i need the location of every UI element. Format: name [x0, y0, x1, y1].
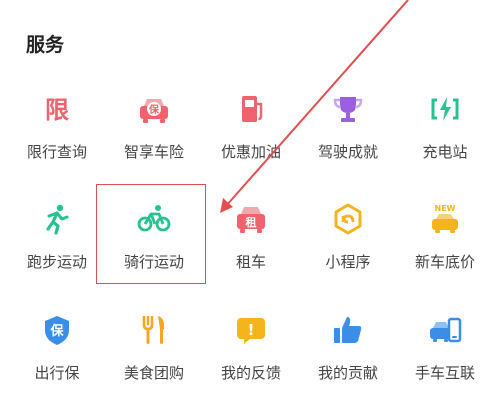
service-label: 驾驶成就: [317, 143, 378, 161]
service-driving-achievement[interactable]: 驾驶成就: [299, 92, 397, 172]
service-restriction-query[interactable]: 限 限行查询: [8, 92, 106, 172]
highlight-box: [96, 184, 206, 284]
service-fuel-discount[interactable]: 优惠加油: [202, 92, 300, 172]
service-label: 智享车险: [123, 143, 184, 161]
trophy-icon: [331, 92, 365, 126]
fork-knife-icon: [137, 313, 171, 347]
runner-icon: [40, 202, 74, 236]
thumbs-up-icon: [331, 313, 365, 347]
service-running[interactable]: 跑步运动: [8, 202, 106, 282]
service-my-feedback[interactable]: ! 我的反馈: [202, 313, 300, 393]
service-label: 充电站: [422, 143, 468, 161]
fuel-pump-icon: [234, 92, 268, 126]
service-label: 跑步运动: [26, 253, 87, 271]
service-mini-program[interactable]: 小程序: [299, 202, 397, 282]
new-car-icon: NEW: [428, 202, 462, 236]
service-my-contribution[interactable]: 我的贡献: [299, 313, 397, 393]
svg-text:NEW: NEW: [435, 204, 456, 213]
svg-text:限: 限: [45, 96, 69, 124]
service-new-car-price[interactable]: NEW 新车底价: [396, 202, 494, 282]
car-phone-link-icon: [428, 313, 462, 347]
svg-text:保: 保: [148, 103, 160, 116]
charging-icon: [428, 92, 462, 126]
service-label: 手车互联: [414, 364, 475, 382]
feedback-icon: !: [234, 313, 268, 347]
service-food-deals[interactable]: 美食团购: [105, 313, 203, 393]
service-label: 小程序: [325, 253, 371, 271]
service-label: 优惠加油: [220, 143, 281, 161]
svg-text:租: 租: [246, 216, 257, 229]
service-label: 出行保: [34, 364, 80, 382]
service-label: 新车底价: [414, 253, 475, 271]
service-label: 我的贡献: [317, 364, 378, 382]
shield-icon: 保: [40, 313, 74, 347]
restriction-icon: 限: [40, 92, 74, 126]
service-charging-station[interactable]: 充电站: [396, 92, 494, 172]
service-car-phone-link[interactable]: 手车互联: [396, 313, 494, 393]
service-label: 限行查询: [26, 143, 87, 161]
service-label: 租车: [235, 253, 266, 271]
service-car-insurance[interactable]: 保 智享车险: [105, 92, 203, 172]
svg-text:保: 保: [49, 323, 64, 339]
services-grid: 限 限行查询 保 智享车险 优惠加油 驾驶成就 充电站 跑步运动 骑行运动 租 …: [0, 0, 494, 407]
service-label: 我的反馈: [220, 364, 281, 382]
car-rental-icon: 租: [234, 202, 268, 236]
car-insurance-icon: 保: [137, 92, 171, 126]
mini-program-icon: [331, 202, 365, 236]
service-car-rental[interactable]: 租 租车: [202, 202, 300, 282]
service-label: 美食团购: [123, 364, 184, 382]
service-travel-insurance[interactable]: 保 出行保: [8, 313, 106, 393]
svg-text:!: !: [248, 321, 255, 339]
